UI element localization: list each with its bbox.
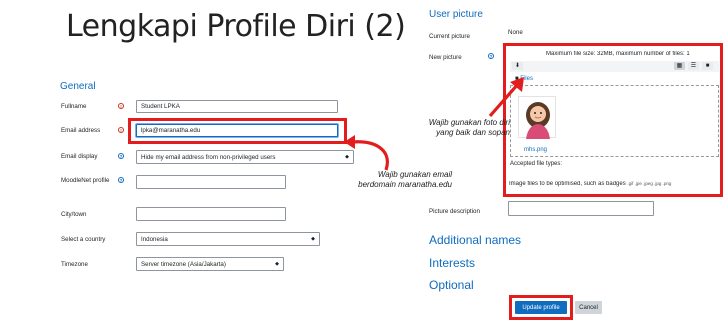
timezone-label: Timezone — [61, 261, 88, 268]
email-note: Wajib gunakan email berdomain maranatha.… — [296, 170, 452, 190]
email-note-line-2: berdomain maranatha.edu — [358, 180, 452, 189]
help-icon[interactable]: ? — [118, 153, 124, 159]
current-picture-value: None — [508, 29, 523, 36]
user-picture-heading: User picture — [429, 9, 483, 20]
chevron-down-icon: ◆ — [275, 261, 279, 267]
fullname-field[interactable]: Student LPKA — [136, 100, 338, 113]
email-highlight-box — [128, 118, 347, 144]
country-select[interactable]: Indonesia ◆ — [136, 232, 320, 246]
photo-note-line-2: yang baik dan sopan — [436, 128, 510, 137]
photo-annotation-arrow — [488, 77, 524, 118]
picture-highlight-box — [503, 43, 723, 197]
email-display-value: Hide my email address from non-privilege… — [141, 153, 276, 161]
slide-title: Lengkapi Profile Diri (2) — [66, 9, 406, 44]
additional-names-section[interactable]: Additional names — [429, 233, 521, 247]
city-field[interactable] — [136, 207, 286, 221]
email-display-label: Email display — [61, 153, 98, 160]
picture-description-field[interactable] — [508, 201, 654, 216]
cancel-button[interactable]: Cancel — [575, 301, 602, 314]
optional-section[interactable]: Optional — [429, 278, 474, 292]
moodlenet-label: MoodleNet profile — [61, 177, 110, 184]
photo-note: Wajib gunakan foto diri yang baik dan so… — [390, 118, 510, 138]
timezone-value: Server timezone (Asia/Jakarta) — [141, 260, 226, 268]
country-label: Select a country — [61, 236, 106, 243]
timezone-select[interactable]: Server timezone (Asia/Jakarta) ◆ — [136, 257, 284, 271]
current-picture-label: Current picture — [429, 33, 470, 40]
help-icon[interactable]: ? — [488, 53, 494, 59]
help-icon[interactable]: ? — [118, 177, 124, 183]
photo-note-line-1: Wajib gunakan foto diri — [428, 118, 510, 127]
general-heading: General — [60, 81, 96, 92]
fullname-label: Fullname — [61, 103, 87, 110]
country-value: Indonesia — [141, 235, 168, 243]
email-display-select[interactable]: Hide my email address from non-privilege… — [136, 150, 354, 164]
update-button-highlight-box — [509, 295, 573, 320]
interests-section[interactable]: Interests — [429, 256, 475, 270]
city-label: City/town — [61, 211, 87, 218]
email-note-line-1: Wajib gunakan email — [377, 170, 452, 179]
required-icon: ! — [118, 103, 124, 109]
moodlenet-field[interactable] — [136, 175, 286, 189]
new-picture-label: New picture — [429, 54, 462, 61]
picture-description-label: Picture description — [429, 208, 480, 215]
required-icon: ! — [118, 127, 124, 133]
email-label: Email address — [61, 127, 101, 134]
chevron-down-icon: ◆ — [311, 236, 315, 242]
